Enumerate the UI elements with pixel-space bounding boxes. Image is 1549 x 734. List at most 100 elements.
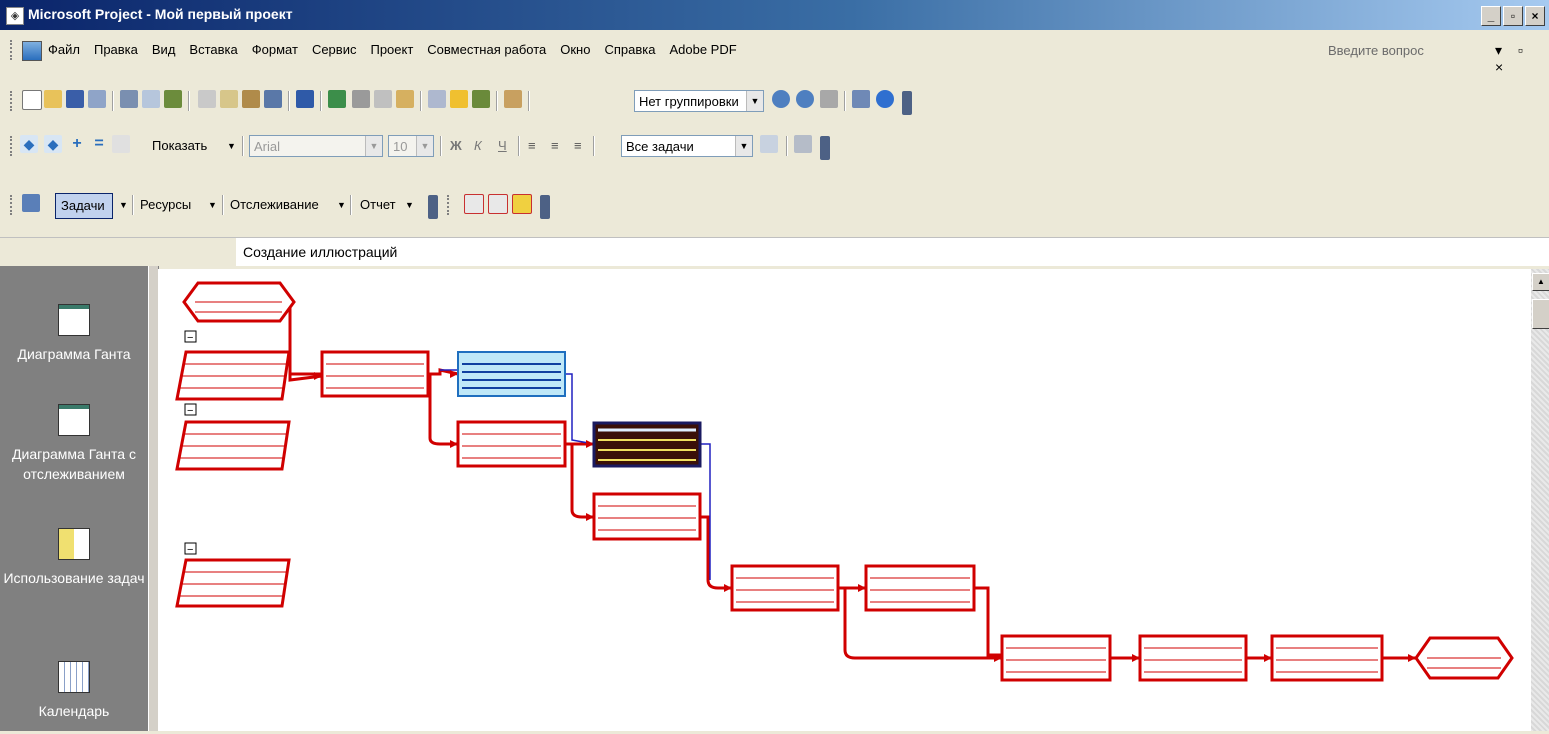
hide-subtasks-icon[interactable]: =	[90, 135, 108, 153]
unlink-tasks-icon[interactable]	[374, 90, 392, 108]
copy-icon[interactable]	[220, 90, 238, 108]
toolbar-grip[interactable]	[10, 195, 15, 215]
menu-view[interactable]: Вид	[152, 42, 176, 57]
pdf-convert-icon[interactable]	[464, 194, 484, 214]
new-icon[interactable]	[22, 90, 42, 110]
publish-icon[interactable]	[504, 90, 522, 108]
toolbar-options-chevron[interactable]	[428, 195, 438, 219]
chevron-down-icon[interactable]: ▼	[337, 200, 346, 210]
chevron-down-icon[interactable]: ▼	[208, 200, 217, 210]
menu-tools[interactable]: Сервис	[312, 42, 357, 57]
view-calendar[interactable]: Календарь	[0, 661, 148, 721]
minimize-button[interactable]: _	[1481, 6, 1501, 26]
restore-button[interactable]: ▫	[1503, 6, 1523, 26]
view-tracking-gantt[interactable]: Диаграмма Ганта с отслеживанием	[0, 404, 148, 484]
font-size-select[interactable]: 10 ▼	[388, 135, 434, 157]
indent-icon[interactable]: ◆	[44, 135, 62, 153]
chevron-down-icon[interactable]: ▼	[416, 136, 433, 156]
search-icon[interactable]	[88, 90, 106, 108]
view-gantt-chart[interactable]: Диаграмма Ганта	[0, 304, 148, 364]
show-menu-button[interactable]: Показать	[152, 138, 207, 153]
split-task-icon[interactable]	[396, 90, 414, 108]
node-summary-task[interactable]	[175, 558, 291, 608]
underline-button[interactable]: Ч	[498, 138, 507, 153]
help-search-box[interactable]: Введите вопрос	[1328, 43, 1424, 58]
app-icon[interactable]: ◈	[6, 7, 24, 25]
open-icon[interactable]	[44, 90, 62, 108]
close-button[interactable]: ×	[1525, 6, 1545, 26]
collapse-marker[interactable]: −	[184, 403, 197, 417]
scroll-thumb[interactable]	[1532, 299, 1549, 329]
node-task[interactable]	[864, 564, 976, 612]
chevron-down-icon[interactable]: ▼	[746, 91, 763, 111]
resources-button[interactable]: Ресурсы	[140, 197, 191, 212]
view-task-usage[interactable]: Использование задач	[0, 528, 148, 588]
toolbar-options-chevron[interactable]	[820, 136, 830, 160]
save-icon[interactable]	[66, 90, 84, 108]
outdent-icon[interactable]: ◆	[20, 135, 38, 153]
help-icon[interactable]	[876, 90, 894, 108]
show-outline-icon[interactable]	[112, 135, 130, 153]
print-icon[interactable]	[120, 90, 138, 108]
grouping-select[interactable]: Нет группировки ▼	[634, 90, 764, 112]
go-to-task-icon[interactable]	[820, 90, 838, 108]
menu-collaborate[interactable]: Совместная работа	[427, 42, 546, 57]
menu-window[interactable]: Окно	[560, 42, 590, 57]
task-information-icon[interactable]	[428, 90, 446, 108]
node-summary-task[interactable]	[175, 350, 291, 401]
pdf-email-icon[interactable]	[488, 194, 508, 214]
zoom-in-icon[interactable]	[772, 90, 790, 108]
tracking-button[interactable]: Отслеживание	[230, 197, 319, 212]
undo-icon[interactable]	[296, 90, 314, 108]
filter-select[interactable]: Все задачи ▼	[621, 135, 753, 157]
format-painter-icon[interactable]	[264, 90, 282, 108]
menu-help[interactable]: Справка	[604, 42, 655, 57]
project-guide-icon[interactable]	[22, 194, 40, 212]
chevron-down-icon[interactable]: ▼	[227, 141, 236, 151]
document-window-controls[interactable]: ▾ ▫ ×	[1495, 42, 1549, 75]
chevron-down-icon[interactable]: ▼	[119, 200, 128, 210]
node-start-milestone[interactable]	[182, 281, 296, 323]
gantt-wizard-icon[interactable]	[794, 135, 812, 153]
tasks-button-frame[interactable]: Задачи	[55, 193, 113, 219]
align-left-icon[interactable]: ≡	[528, 138, 536, 153]
chevron-down-icon[interactable]: ▼	[365, 136, 382, 156]
toolbar-options-chevron[interactable]	[902, 91, 912, 115]
align-center-icon[interactable]: ≡	[551, 138, 559, 153]
node-task[interactable]	[1138, 634, 1248, 682]
entry-field[interactable]: Создание иллюстраций	[243, 244, 397, 260]
menu-project[interactable]: Проект	[370, 42, 413, 57]
node-task[interactable]	[320, 350, 430, 398]
pdf-review-icon[interactable]	[512, 194, 532, 214]
autofilter-icon[interactable]	[760, 135, 778, 153]
menu-edit[interactable]: Правка	[94, 42, 138, 57]
font-select[interactable]: Arial ▼	[249, 135, 383, 157]
bold-button[interactable]: Ж	[450, 138, 462, 153]
zoom-out-icon[interactable]	[796, 90, 814, 108]
print-preview-icon[interactable]	[142, 90, 160, 108]
node-task-highlighted[interactable]	[592, 421, 702, 468]
node-task[interactable]	[1000, 634, 1112, 682]
node-task[interactable]	[456, 420, 567, 468]
task-notes-icon[interactable]	[450, 90, 468, 108]
menu-adobe-pdf[interactable]: Adobe PDF	[669, 42, 736, 57]
document-icon[interactable]	[22, 41, 42, 61]
report-button[interactable]: Отчет	[360, 197, 396, 212]
toolbar-grip[interactable]	[10, 91, 15, 111]
tasks-button[interactable]: Задачи	[61, 198, 105, 213]
menu-format[interactable]: Формат	[252, 42, 298, 57]
menu-insert[interactable]: Вставка	[189, 42, 237, 57]
chevron-down-icon[interactable]: ▼	[735, 136, 752, 156]
node-finish-milestone[interactable]	[1414, 636, 1514, 680]
toolbar-options-chevron[interactable]	[540, 195, 550, 219]
paste-icon[interactable]	[242, 90, 260, 108]
node-task[interactable]	[730, 564, 840, 612]
italic-button[interactable]: К	[474, 138, 482, 153]
node-task[interactable]	[1270, 634, 1384, 682]
collapse-marker[interactable]: −	[184, 542, 197, 556]
vertical-scrollbar[interactable]: ▲	[1531, 269, 1549, 731]
show-subtasks-icon[interactable]: +	[68, 135, 86, 153]
cut-icon[interactable]	[198, 90, 216, 108]
copy-picture-icon[interactable]	[852, 90, 870, 108]
assign-resources-icon[interactable]	[472, 90, 490, 108]
